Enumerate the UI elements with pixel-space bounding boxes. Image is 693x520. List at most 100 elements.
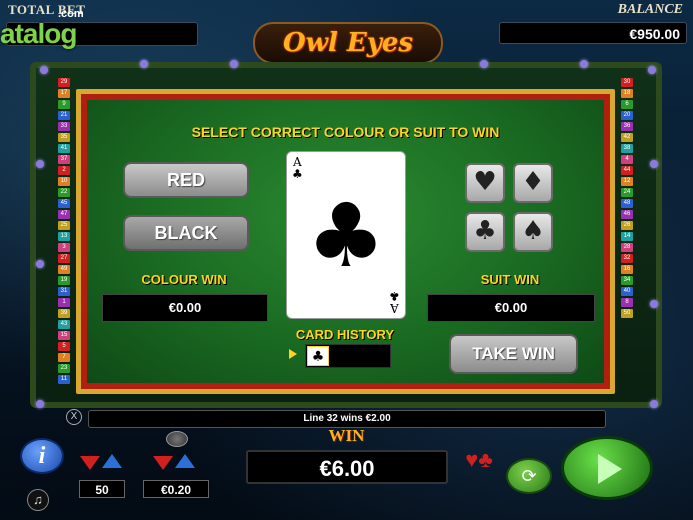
payline-number: 49 bbox=[58, 265, 70, 274]
red-button[interactable]: RED bbox=[123, 162, 249, 198]
black-button[interactable]: BLACK bbox=[123, 215, 249, 251]
card-corner-bottom: A ♣ bbox=[389, 289, 400, 315]
playing-card: A ♣ ♣ A ♣ bbox=[286, 151, 406, 319]
payline-numbers-left: 29 17 9 21 33 35 41 37 2 10 22 45 47 25 13 3 27 49 19 31 1 39… bbox=[58, 78, 70, 386]
payline-number: 18 bbox=[621, 89, 633, 98]
payline-number: 8 bbox=[621, 298, 633, 307]
payline-number: 13 bbox=[58, 232, 70, 241]
history-club-icon: ♣ bbox=[307, 346, 329, 366]
payline-number: 36 bbox=[621, 122, 633, 131]
payline-number: 16 bbox=[621, 265, 633, 274]
payline-number: 46 bbox=[621, 210, 633, 219]
flower-icon bbox=[36, 260, 44, 268]
payline-number: 11 bbox=[58, 375, 70, 384]
gamble-button[interactable]: ♥♣ bbox=[456, 443, 502, 477]
payline-number: 14 bbox=[621, 232, 633, 241]
payline-number: 10 bbox=[58, 177, 70, 186]
bet-decrease-icon[interactable] bbox=[153, 456, 173, 470]
colour-win-label: COLOUR WIN bbox=[141, 272, 227, 287]
lines-decrease-icon[interactable] bbox=[80, 456, 100, 470]
payline-number: 29 bbox=[58, 78, 70, 87]
payline-number: 6 bbox=[621, 100, 633, 109]
flower-icon bbox=[480, 60, 488, 68]
payline-number: 26 bbox=[621, 221, 633, 230]
spin-button[interactable] bbox=[561, 436, 653, 500]
payline-number: 37 bbox=[58, 155, 70, 164]
colour-win-value: €0.00 bbox=[102, 294, 268, 322]
diamonds-button[interactable]: ♦ bbox=[513, 163, 553, 203]
balance-display: €950.00 bbox=[499, 22, 687, 44]
hearts-button[interactable]: ♥ bbox=[465, 163, 505, 203]
win-amount: €6.00 bbox=[246, 450, 448, 484]
suit-win-label: SUIT WIN bbox=[480, 272, 540, 287]
payline-number: 15 bbox=[58, 331, 70, 340]
flower-icon bbox=[648, 66, 656, 74]
lines-value: 50 bbox=[79, 480, 125, 498]
card-suit-small: ♣ bbox=[292, 167, 303, 181]
lines-increase-icon[interactable] bbox=[102, 454, 122, 468]
flower-icon bbox=[40, 66, 48, 74]
payline-number: 4 bbox=[621, 155, 633, 164]
payline-number: 38 bbox=[621, 144, 633, 153]
payline-number: 48 bbox=[621, 199, 633, 208]
sound-icon[interactable]: ♫ bbox=[27, 489, 49, 511]
flower-icon bbox=[650, 400, 658, 408]
payline-number: 40 bbox=[621, 287, 633, 296]
payline-number: 33 bbox=[58, 122, 70, 131]
payline-number: 28 bbox=[621, 243, 633, 252]
flower-icon bbox=[650, 300, 658, 308]
payline-number: 23 bbox=[58, 364, 70, 373]
payline-number: 41 bbox=[58, 144, 70, 153]
payline-number: 31 bbox=[58, 287, 70, 296]
payline-number: 7 bbox=[58, 353, 70, 362]
payline-number: 19 bbox=[58, 276, 70, 285]
card-history-strip: ♣ bbox=[305, 344, 391, 368]
bet-increase-icon[interactable] bbox=[175, 454, 195, 468]
play-icon bbox=[598, 454, 622, 484]
history-arrow-icon bbox=[289, 349, 297, 359]
club-icon: ♣ bbox=[306, 184, 386, 287]
clubs-button[interactable]: ♣ bbox=[465, 212, 505, 252]
payline-number: 45 bbox=[58, 199, 70, 208]
payline-number: 12 bbox=[621, 177, 633, 186]
flower-icon bbox=[580, 60, 588, 68]
payline-number: 21 bbox=[58, 111, 70, 120]
spades-button[interactable]: ♠ bbox=[513, 212, 553, 252]
payline-number: 1 bbox=[58, 298, 70, 307]
payline-number: 47 bbox=[58, 210, 70, 219]
payline-number: 9 bbox=[58, 100, 70, 109]
game-logo: Owl Eyes bbox=[253, 22, 443, 64]
payline-number: 42 bbox=[621, 133, 633, 142]
bet-value: €0.20 bbox=[143, 480, 209, 498]
payline-number: 27 bbox=[58, 254, 70, 263]
balance-label: BALANCE bbox=[617, 2, 683, 17]
suit-win-value: €0.00 bbox=[427, 294, 595, 322]
card-rank: A bbox=[390, 301, 399, 315]
flower-icon bbox=[140, 60, 148, 68]
payline-number: 25 bbox=[58, 221, 70, 230]
payline-number: 5 bbox=[58, 342, 70, 351]
payline-number: 30 bbox=[621, 78, 633, 87]
flower-icon bbox=[36, 160, 44, 168]
payline-number: 32 bbox=[621, 254, 633, 263]
payline-number: 24 bbox=[621, 188, 633, 197]
payline-number: 17 bbox=[58, 89, 70, 98]
payline-number: 22 bbox=[58, 188, 70, 197]
card-history-label: CARD HISTORY bbox=[295, 327, 395, 342]
card-corner-top: A ♣ bbox=[292, 156, 303, 180]
close-icon[interactable]: X bbox=[66, 409, 82, 425]
payline-number: 39 bbox=[58, 309, 70, 318]
take-win-button[interactable]: TAKE WIN bbox=[449, 334, 578, 374]
payline-number: 34 bbox=[621, 276, 633, 285]
payline-number: 50 bbox=[621, 309, 633, 318]
payline-number: 43 bbox=[58, 320, 70, 329]
autoplay-button[interactable]: ⟳ bbox=[506, 458, 552, 494]
game-logo-text: Owl Eyes bbox=[282, 28, 414, 58]
watermark-logo: atalog bbox=[0, 18, 77, 49]
watermark-domain: .com bbox=[58, 8, 84, 20]
payline-number: 3 bbox=[58, 243, 70, 252]
payline-number: 20 bbox=[621, 111, 633, 120]
payline-number: 2 bbox=[58, 166, 70, 175]
payline-numbers-right: 30 18 6 20 36 42 38 4 44 12 24 48 46 26 14 28 32 16 34 40 8 5… bbox=[621, 78, 633, 320]
payline-number: 44 bbox=[621, 166, 633, 175]
